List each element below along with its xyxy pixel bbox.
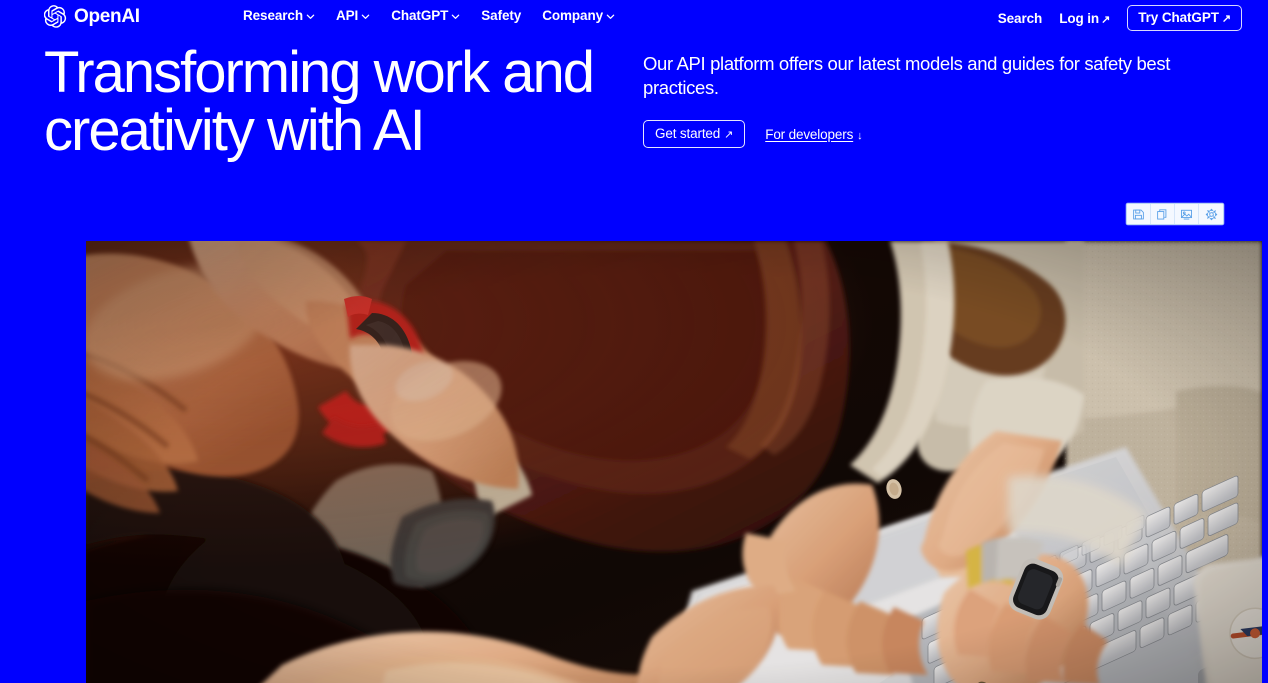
settings-gear-icon [1205, 208, 1218, 221]
brand-name: OpenAI [74, 6, 140, 27]
hero-description: Our API platform offers our latest model… [643, 53, 1171, 99]
image-icon [1180, 208, 1193, 221]
copy-button[interactable] [1151, 204, 1175, 224]
nav-menu: Research API ChatGPT Safety Company [243, 8, 615, 23]
hero-action-row: Get started ↗ For developers ↓ [643, 120, 1223, 149]
arrow-up-right-icon: ↗ [1101, 13, 1111, 26]
arrow-up-right-icon: ↗ [1221, 13, 1231, 25]
nav-item-safety-label: Safety [481, 8, 522, 23]
search-link[interactable]: Search [997, 10, 1043, 26]
for-developers-link[interactable]: For developers ↓ [765, 127, 862, 142]
chevron-down-icon [451, 12, 460, 21]
nav-item-research[interactable]: Research [243, 8, 315, 23]
hero-secondary-column: Our API platform offers our latest model… [643, 52, 1223, 149]
nav-item-company-label: Company [542, 8, 604, 23]
get-started-button[interactable]: Get started ↗ [643, 120, 746, 149]
settings-button[interactable] [1199, 204, 1223, 224]
hero-image [86, 241, 1262, 683]
chevron-down-icon [306, 12, 315, 21]
image-button[interactable] [1175, 204, 1199, 224]
for-developers-label: For developers [765, 126, 854, 142]
try-chatgpt-button[interactable]: Try ChatGPT ↗ [1127, 5, 1242, 31]
search-label: Search [997, 10, 1043, 26]
try-chatgpt-label: Try ChatGPT [1138, 10, 1219, 25]
save-button[interactable] [1127, 204, 1151, 224]
nav-item-chatgpt[interactable]: ChatGPT [391, 8, 460, 23]
nav-item-api[interactable]: API [336, 8, 370, 23]
chevron-down-icon [606, 12, 615, 21]
arrow-down-icon: ↓ [857, 129, 863, 142]
login-label: Log in [1059, 10, 1100, 26]
get-started-label: Get started [655, 126, 721, 142]
login-link[interactable]: Log in ↗ [1059, 11, 1110, 26]
nav-item-company[interactable]: Company [542, 8, 615, 23]
nav-item-research-label: Research [243, 8, 303, 23]
arrow-up-right-icon: ↗ [724, 129, 734, 142]
openai-homepage: OpenAI Research API ChatGPT Safety Compa… [0, 0, 1268, 683]
copy-icon [1156, 208, 1169, 221]
nav-item-safety[interactable]: Safety [481, 8, 521, 23]
image-toolbar [1126, 203, 1224, 225]
brand-home-link[interactable]: OpenAI [43, 5, 140, 28]
save-icon [1132, 208, 1145, 221]
nav-item-chatgpt-label: ChatGPT [391, 8, 449, 23]
openai-logo-icon [43, 5, 67, 28]
nav-item-api-label: API [336, 8, 359, 23]
nav-actions: Search Log in ↗ Try ChatGPT ↗ [998, 5, 1242, 31]
page-title: Transforming work and creativity with AI [44, 40, 595, 163]
chevron-down-icon [361, 12, 370, 21]
primary-navigation: OpenAI Research API ChatGPT Safety Compa… [0, 0, 1268, 34]
